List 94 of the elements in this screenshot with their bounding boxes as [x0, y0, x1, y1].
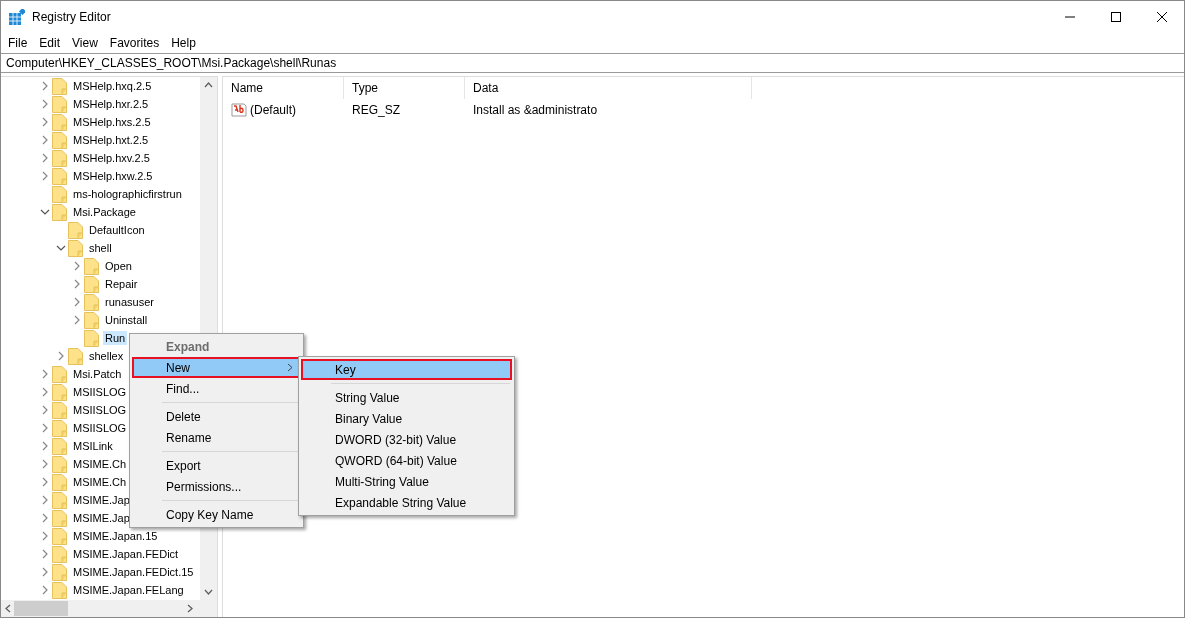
- close-icon[interactable]: [1157, 12, 1167, 22]
- folder-icon: [68, 347, 83, 365]
- folder-icon: [52, 185, 67, 203]
- tree-item[interactable]: MSILink: [71, 439, 115, 453]
- folder-icon: [52, 365, 67, 383]
- column-header[interactable]: Data: [465, 77, 752, 99]
- folder-icon: [52, 77, 67, 95]
- tree-item[interactable]: Repair: [103, 277, 140, 291]
- table-cell-text: Install as &administrato: [472, 103, 599, 117]
- scrollbar-thumb[interactable]: [14, 601, 68, 616]
- scroll-down-icon[interactable]: [204, 589, 213, 595]
- menu-item[interactable]: Permissions...: [132, 476, 301, 497]
- tree-item[interactable]: runasuser: [103, 295, 156, 309]
- tree-item[interactable]: Uninstall: [103, 313, 150, 327]
- folder-icon: [68, 221, 83, 239]
- string-value-icon: [231, 102, 247, 118]
- menu-item[interactable]: Expandable String Value: [301, 492, 512, 513]
- menu-item[interactable]: Rename: [132, 427, 301, 448]
- menu-item[interactable]: Delete: [132, 406, 301, 427]
- tree-item[interactable]: MSIME.Japan.FEDict: [71, 547, 181, 561]
- folder-icon: [52, 455, 67, 473]
- tree-item[interactable]: Msi.Patch: [71, 367, 124, 381]
- tree-item[interactable]: Open: [103, 259, 134, 273]
- tree-item[interactable]: shellex: [87, 349, 126, 363]
- folder-icon: [52, 509, 67, 527]
- folder-icon: [52, 545, 67, 563]
- folder-icon: [52, 167, 67, 185]
- folder-icon: [52, 527, 67, 545]
- tree-item[interactable]: MSHelp.hxw.2.5: [71, 169, 155, 183]
- tree-item[interactable]: MSIME.Ch: [71, 475, 129, 489]
- scroll-left-icon[interactable]: [5, 604, 11, 613]
- maximize-icon[interactable]: [1111, 12, 1121, 22]
- tree-item[interactable]: Run: [103, 331, 128, 345]
- tree-item[interactable]: MSIME.Jap: [71, 493, 132, 507]
- table-cell: (Default): [250, 103, 296, 117]
- menu-item[interactable]: Export: [132, 455, 301, 476]
- tree-item[interactable]: shell: [87, 241, 114, 255]
- tree-item[interactable]: MSIME.Japan.FEDict.15: [71, 565, 196, 579]
- menu-bar-item[interactable]: File: [2, 36, 34, 50]
- tree-item[interactable]: MSIISLOG: [71, 421, 129, 435]
- menu-item[interactable]: New: [132, 357, 301, 378]
- folder-icon: [52, 491, 67, 509]
- window-title: Registry Editor: [32, 10, 112, 24]
- folder-icon: [84, 293, 99, 311]
- table-cell-text: REG_SZ: [351, 103, 401, 117]
- folder-icon: [52, 419, 67, 437]
- menu-item[interactable]: Find...: [132, 378, 301, 399]
- tree-item[interactable]: MSIME.Japan.15: [71, 529, 160, 543]
- menu-bar-item[interactable]: Edit: [33, 36, 67, 50]
- menu-item[interactable]: Multi-String Value: [301, 471, 512, 492]
- folder-icon: [68, 239, 83, 257]
- tree-item[interactable]: MSIISLOG: [71, 385, 129, 399]
- folder-icon: [84, 275, 99, 293]
- menu-item[interactable]: Key: [301, 359, 512, 380]
- folder-icon: [84, 257, 99, 275]
- menu-item[interactable]: Copy Key Name: [132, 504, 301, 525]
- folder-icon: [52, 203, 67, 221]
- menu-bar-item[interactable]: View: [66, 36, 104, 50]
- column-header[interactable]: Type: [344, 77, 465, 99]
- folder-icon: [84, 311, 99, 329]
- tree-item[interactable]: MSIME.Ch: [71, 457, 129, 471]
- tree-item[interactable]: ms-holographicfirstrun: [71, 187, 184, 201]
- folder-icon: [52, 113, 67, 131]
- tree-item[interactable]: MSHelp.hxs.2.5: [71, 115, 153, 129]
- menu-item[interactable]: DWORD (32-bit) Value: [301, 429, 512, 450]
- folder-icon: [52, 473, 67, 491]
- column-header[interactable]: Name: [223, 77, 344, 99]
- address-bar[interactable]: Computer\HKEY_CLASSES_ROOT\Msi.Package\shell\Runas: [0, 53, 1185, 73]
- folder-icon: [52, 383, 67, 401]
- scroll-right-icon[interactable]: [187, 604, 193, 613]
- menu-item[interactable]: QWORD (64-bit) Value: [301, 450, 512, 471]
- menu-bar-item[interactable]: Help: [165, 36, 202, 50]
- tree-item[interactable]: Msi.Package: [71, 205, 138, 219]
- tree-item[interactable]: DefaultIcon: [87, 223, 147, 237]
- menu-bar-item[interactable]: Favorites: [103, 36, 166, 50]
- menu-item[interactable]: Binary Value: [301, 408, 512, 429]
- menu-item[interactable]: String Value: [301, 387, 512, 408]
- folder-icon: [52, 581, 67, 599]
- tree-item[interactable]: MSIISLOG: [71, 403, 129, 417]
- folder-icon: [52, 149, 67, 167]
- folder-icon: [84, 329, 99, 347]
- tree-item[interactable]: MSIME.Jap: [71, 511, 132, 525]
- folder-icon: [52, 401, 67, 419]
- folder-icon: [52, 95, 67, 113]
- tree-item[interactable]: MSHelp.hxq.2.5: [71, 79, 154, 93]
- tree-item[interactable]: MSHelp.hxt.2.5: [71, 133, 151, 147]
- folder-icon: [52, 437, 67, 455]
- scroll-up-icon[interactable]: [204, 82, 213, 88]
- tree-item[interactable]: MSIME.Japan.FELang: [71, 583, 186, 597]
- folder-icon: [52, 563, 67, 581]
- registry-editor-icon: [9, 9, 25, 25]
- folder-icon: [52, 131, 67, 149]
- tree-item[interactable]: MSHelp.hxr.2.5: [71, 97, 151, 111]
- tree-item[interactable]: MSHelp.hxv.2.5: [71, 151, 152, 165]
